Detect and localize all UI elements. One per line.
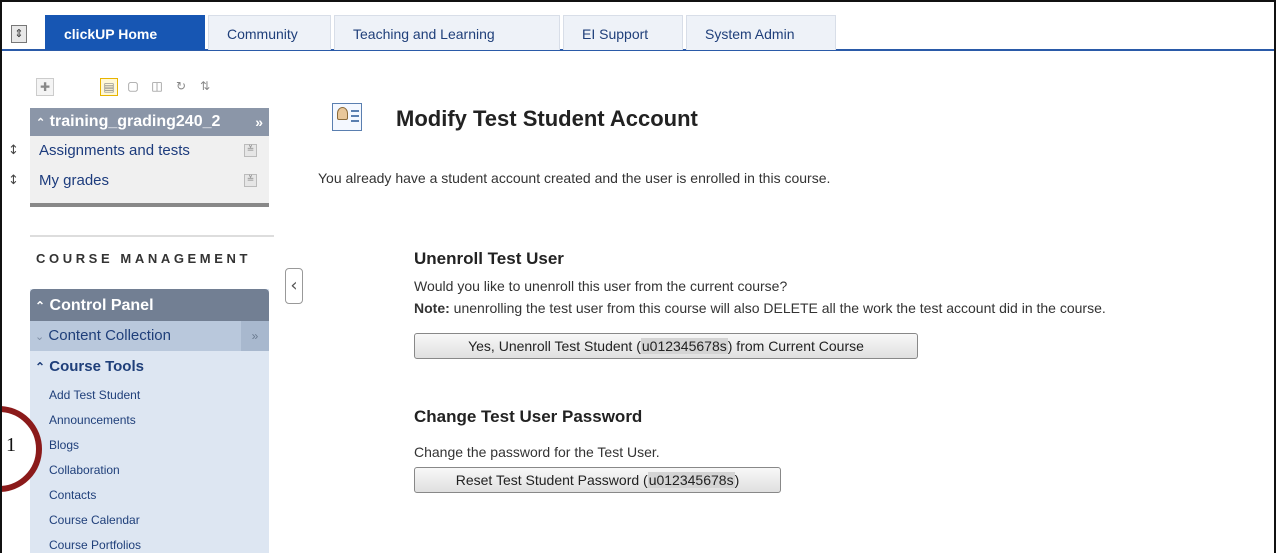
test-user-id: u012345678s — [640, 338, 728, 354]
test-user-id: u012345678s — [647, 472, 735, 488]
top-tab-bar: ⇕ clickUP Home Community Teaching and Le… — [2, 2, 1274, 51]
unenroll-test-student-button[interactable]: Yes, Unenroll Test Student (u012345678s)… — [414, 333, 918, 359]
course-tool-link[interactable]: Course Calendar — [30, 508, 269, 533]
main-content: Modify Test Student Account You already … — [312, 53, 1272, 553]
change-password-heading: Change Test User Password — [414, 407, 643, 426]
course-tool-link[interactable]: Blogs — [30, 433, 269, 458]
menu-toolbar: ✚ ▤ ▢ ◫ ↻ ⇅ — [36, 77, 220, 97]
unenroll-note: Note: unenrolling the test user from thi… — [414, 300, 1106, 316]
chevron-up-icon: ⌃ — [35, 360, 46, 374]
refresh-icon[interactable]: ↻ — [172, 78, 190, 96]
new-window-icon[interactable]: ◫ — [148, 78, 166, 96]
tab-community[interactable]: Community — [208, 15, 331, 50]
chevron-up-icon: ⌃ — [36, 117, 46, 129]
double-chevron-right-icon[interactable]: » — [255, 108, 263, 136]
course-tool-link[interactable]: Add Test Student — [30, 383, 269, 408]
unenroll-question: Would you like to unenroll this user fro… — [414, 278, 788, 294]
course-menu-header[interactable]: ⌃ training_grading240_2 » — [30, 108, 269, 136]
course-name: training_grading240_2 — [49, 113, 221, 130]
tab-system-admin[interactable]: System Admin — [686, 15, 836, 50]
content-collection-label: Content Collection — [48, 327, 171, 344]
course-tool-link[interactable]: Course Portfolios — [30, 533, 269, 553]
button-label-prefix: Reset Test Student Password ( — [455, 472, 648, 488]
control-panel-header[interactable]: ⌃ Control Panel — [30, 289, 269, 321]
course-management-heading: COURSE MANAGEMENT — [36, 251, 252, 266]
intro-text: You already have a student account creat… — [318, 170, 831, 186]
context-menu-icon[interactable]: ≚ — [244, 174, 257, 187]
button-label-suffix: ) — [734, 472, 740, 488]
change-password-text: Change the password for the Test User. — [414, 444, 660, 460]
course-tool-link[interactable]: Collaboration — [30, 458, 269, 483]
collapse-sidebar-icon[interactable]: ‹ — [285, 268, 303, 304]
chevron-up-icon: ⌃ — [35, 299, 46, 313]
course-tools-label: Course Tools — [49, 358, 144, 375]
course-menu-item[interactable]: ↕ Assignments and tests ≚ — [8, 136, 269, 166]
tab-clickup-home[interactable]: clickUP Home — [45, 15, 205, 50]
course-menu-item-label: Assignments and tests — [39, 142, 190, 159]
course-menu-item-label: My grades — [39, 172, 110, 189]
sidebar-divider — [30, 235, 274, 237]
button-label-suffix: ) from Current Course — [727, 338, 864, 354]
tab-ei-support[interactable]: EI Support — [563, 15, 683, 50]
double-chevron-right-icon[interactable]: » — [241, 321, 269, 351]
window-frame: ⇕ clickUP Home Community Teaching and Le… — [0, 0, 1276, 553]
course-sidebar: ✚ ▤ ▢ ◫ ↻ ⇅ ⌃ training_grading240_2 » ↕ … — [2, 53, 274, 553]
context-menu-icon[interactable]: ≚ — [244, 144, 257, 157]
note-label: Note: — [414, 300, 450, 316]
list-view-icon[interactable]: ▤ — [100, 78, 118, 96]
step-callout-number: 1 — [6, 434, 16, 456]
control-panel: ⌃ Control Panel ⌄ Content Collection » ⌃… — [30, 289, 269, 553]
user-card-icon — [332, 103, 362, 131]
reorder-icon[interactable]: ⇅ — [196, 78, 214, 96]
unenroll-heading: Unenroll Test User — [414, 249, 564, 268]
folder-view-icon[interactable]: ▢ — [124, 78, 142, 96]
tab-teaching-and-learning[interactable]: Teaching and Learning — [334, 15, 560, 50]
drag-handle-icon[interactable]: ↕ — [8, 136, 19, 166]
drag-handle-icon[interactable]: ↕ — [8, 166, 19, 196]
course-menu-item[interactable]: ↕ My grades ≚ — [8, 166, 269, 196]
control-panel-label: Control Panel — [49, 297, 154, 314]
course-tools-header[interactable]: ⌃ Course Tools — [30, 351, 269, 383]
course-tool-link[interactable]: Announcements — [30, 408, 269, 433]
content-collection-row[interactable]: ⌄ Content Collection » — [30, 321, 269, 351]
chevron-down-icon: ⌄ — [35, 331, 45, 343]
course-menu: ⌃ training_grading240_2 » ↕ Assignments … — [8, 108, 269, 207]
note-text: unenrolling the test user from this cour… — [449, 300, 1106, 316]
page-title: Modify Test Student Account — [396, 106, 698, 131]
reset-test-student-password-button[interactable]: Reset Test Student Password (u012345678s… — [414, 467, 781, 493]
button-label-prefix: Yes, Unenroll Test Student ( — [468, 338, 641, 354]
expand-collapse-icon[interactable]: ⇕ — [11, 25, 27, 43]
course-tool-link[interactable]: Contacts — [30, 483, 269, 508]
add-menu-item-icon[interactable]: ✚ — [36, 78, 54, 96]
